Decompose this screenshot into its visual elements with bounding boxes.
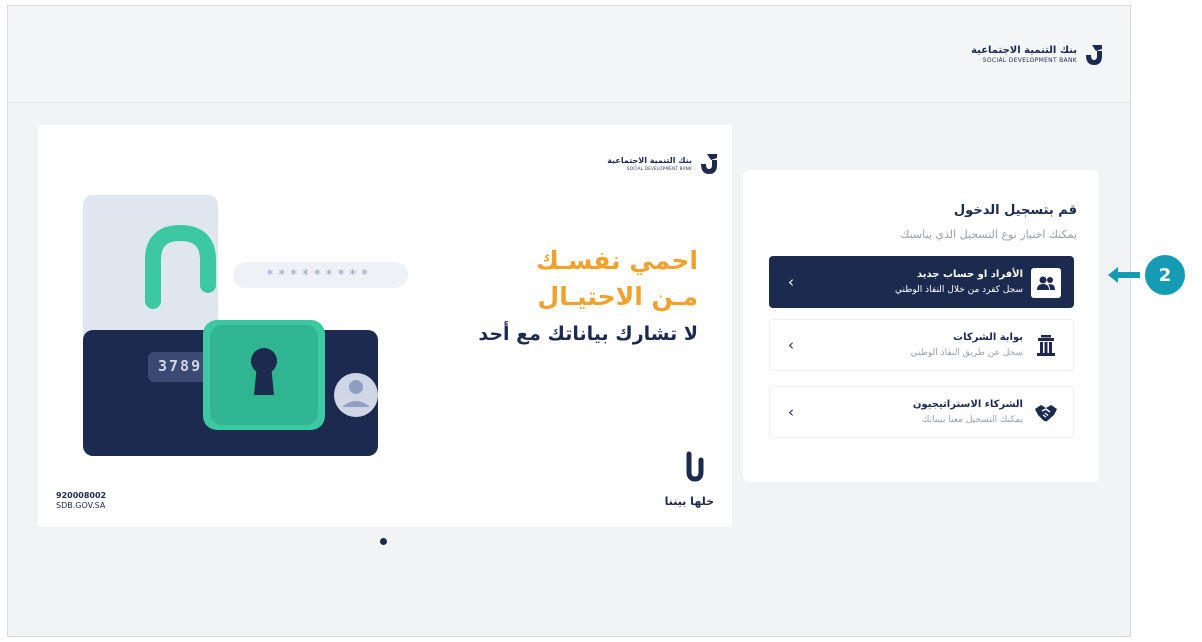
contact-phone: 920008002: [56, 491, 107, 500]
card-digits: 3789: [158, 357, 203, 375]
option-individuals[interactable]: الأفراد او حساب جديد سجل كفرد من خلال ال…: [769, 256, 1074, 308]
option-desc: يمكنك التسجيل معنا بييناتك: [922, 415, 1023, 425]
option-desc: سجل كفرد من خلال النفاذ الوطني: [895, 285, 1023, 295]
option-companies[interactable]: بوابة الشركات سجل عن طريق النفاذ الوطني …: [769, 319, 1074, 371]
chevron-left-icon: ‹: [788, 273, 794, 291]
option-title: الشركاء الاستراتيجيون: [912, 399, 1023, 410]
promo-banner: ********* 3789 بنك التنمية الاجتماعية SO…: [38, 125, 732, 527]
headline-protect: احمي نفسـك: [536, 246, 698, 275]
header-logo[interactable]: بنك التنمية الاجتماعية SOCIAL DEVELOPMEN…: [971, 43, 1105, 67]
option-title: بوابة الشركات: [953, 332, 1023, 343]
banner-logo: بنك التنمية الاجتماعية SOCIAL DEVELOPMEN…: [607, 152, 720, 176]
arrow-left-icon: [1108, 267, 1140, 283]
login-panel: قم بتسجيل الدخول يمكنك اختيار نوع التسجي…: [743, 170, 1099, 482]
header-logo-english: SOCIAL DEVELOPMENT BANK: [982, 57, 1077, 64]
banner-logo-arabic: بنك التنمية الاجتماعية: [607, 156, 692, 165]
login-subtitle: يمكنك اختيار نوع التسجيل الذي يناسبك: [900, 228, 1077, 241]
option-desc: سجل عن طريق النفاذ الوطني: [910, 348, 1023, 358]
option-title: الأفراد او حساب جديد: [917, 269, 1023, 280]
handshake-icon: [1031, 398, 1061, 428]
headline-block: احمي نفسـك مـن الاحتيـال لا تشارك بيانات…: [418, 243, 698, 351]
contact-website: SDB.GOV.SA: [56, 501, 106, 510]
header-logo-arabic: بنك التنمية الاجتماعية: [971, 45, 1077, 56]
sdb-logo-icon: [1086, 45, 1102, 65]
password-mask: *********: [266, 268, 373, 283]
chevron-left-icon: ‹: [788, 403, 794, 421]
lock-slogan-icon: [686, 451, 704, 482]
step-annotation: 2: [1108, 255, 1185, 295]
carousel-dot[interactable]: [380, 538, 387, 545]
top-bar: بنك التنمية الاجتماعية SOCIAL DEVELOPMEN…: [8, 6, 1130, 103]
login-title: قم بتسجيل الدخول: [953, 203, 1077, 218]
building-icon: [1031, 331, 1061, 361]
sdb-logo-icon: [701, 154, 717, 174]
option-partners[interactable]: الشركاء الاستراتيجيون يمكنك التسجيل معنا…: [769, 386, 1074, 438]
step-badge: 2: [1145, 255, 1185, 295]
browser-frame: بنك التنمية الاجتماعية SOCIAL DEVELOPMEN…: [7, 5, 1131, 637]
users-icon: [1031, 268, 1061, 298]
chevron-left-icon: ‹: [788, 336, 794, 354]
headline-dont-share: لا تشارك بياناتك مع أحد: [478, 323, 698, 345]
headline-fraud: مـن الاحتيـال: [537, 282, 698, 311]
slogan-text: خلها بيننا: [664, 495, 714, 508]
banner-logo-english: SOCIAL DEVELOPMENT BANK: [626, 166, 692, 171]
